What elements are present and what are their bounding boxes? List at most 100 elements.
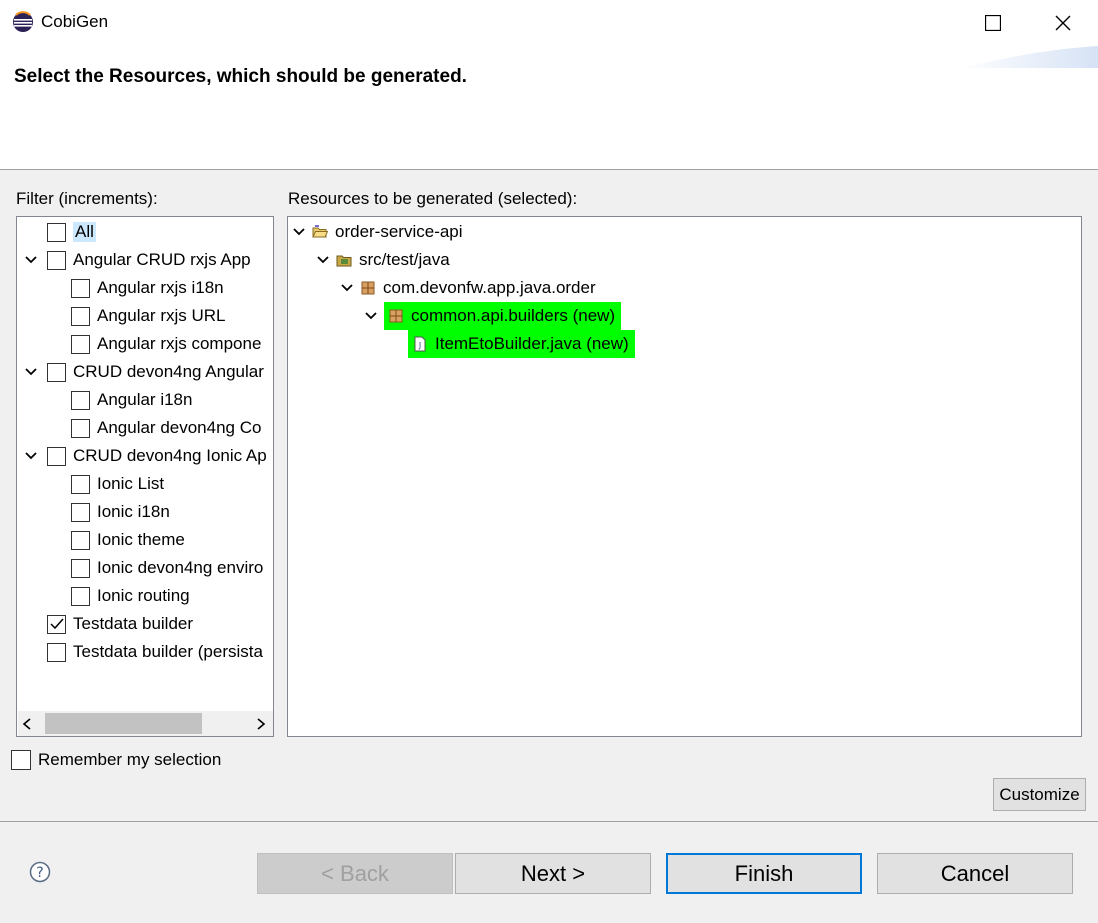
remember-selection-label: Remember my selection [38,750,222,769]
filter-item[interactable]: CRUD devon4ng Angular [25,358,264,386]
chevron-down-icon[interactable] [24,449,38,463]
checkbox[interactable] [71,530,90,550]
new-resource-highlight: common.api.builders (new) [384,302,622,330]
checkbox[interactable] [47,362,66,382]
header-banner-image [958,46,1098,68]
back-button[interactable]: < Back [257,853,453,894]
resources-tree[interactable]: order-service-api src/test/java com.devonf… [287,216,1082,737]
project-folder-icon [312,224,329,240]
wizard-header: Select the Resources, which should be ge… [0,46,1098,170]
filter-item[interactable]: Testdata builder [47,610,193,638]
remember-selection-checkbox[interactable]: Remember my selection [11,746,221,774]
page-title: Select the Resources, which should be ge… [14,66,467,87]
maximize-button[interactable] [958,0,1028,46]
resource-item-label: common.api.builders (new) [411,306,616,325]
filter-item-label: Ionic devon4ng enviro [97,558,264,577]
chevron-down-icon[interactable] [340,281,354,295]
filter-item-label: Ionic List [97,474,165,493]
checkbox[interactable] [71,586,90,606]
package-icon [360,280,376,296]
filter-item[interactable]: Testdata builder (persista [47,638,263,666]
checkbox[interactable] [47,250,66,270]
resource-item[interactable]: com.devonfw.app.java.order [341,274,596,302]
filter-item-label: All [73,222,96,242]
close-button[interactable] [1028,0,1098,46]
filter-item-label: Testdata builder (persista [73,642,263,661]
filter-item[interactable]: Angular rxjs i18n [71,274,224,302]
filter-item[interactable]: All [47,218,96,246]
filter-item[interactable]: CRUD devon4ng Ionic Ap [25,442,267,470]
chevron-down-icon[interactable] [292,225,306,239]
filter-item-label: CRUD devon4ng Ionic Ap [73,446,267,465]
checkbox[interactable] [71,306,90,326]
cancel-button[interactable]: Cancel [877,853,1073,894]
checkbox[interactable] [71,390,90,410]
checkbox[interactable] [71,474,90,494]
filter-item-label: Testdata builder [73,614,194,633]
chevron-down-icon[interactable] [24,253,38,267]
checkbox[interactable] [71,558,90,578]
filter-item[interactable]: Angular rxjs compone [71,330,261,358]
scroll-left-arrow-icon[interactable] [22,717,32,735]
chevron-down-icon[interactable] [364,309,378,323]
scroll-right-arrow-icon[interactable] [256,717,266,735]
resource-item[interactable]: order-service-api [293,218,463,246]
resource-item-label: com.devonfw.app.java.order [383,278,596,297]
filter-item[interactable]: Angular devon4ng Co [71,414,261,442]
next-button[interactable]: Next > [455,853,651,894]
package-icon [388,308,404,324]
resource-item-label: order-service-api [335,222,463,241]
resource-item[interactable]: src/test/java [317,246,450,274]
filter-item[interactable]: Ionic routing [71,582,190,610]
filter-item[interactable]: Angular i18n [71,386,192,414]
scrollbar-thumb[interactable] [45,713,202,734]
filter-item-label: Ionic i18n [97,502,170,521]
svg-text:J: J [418,341,421,350]
filter-item-label: Angular rxjs i18n [97,278,224,297]
eclipse-app-icon [12,11,34,33]
filter-item[interactable]: Ionic devon4ng enviro [71,554,263,582]
minimize-button[interactable] [888,0,958,46]
chevron-down-icon[interactable] [316,253,330,267]
filter-item-label: Ionic theme [97,530,185,549]
finish-button[interactable]: Finish [666,853,862,894]
resource-item-label: src/test/java [359,250,450,269]
checkbox[interactable] [47,222,66,242]
checkbox[interactable] [71,502,90,522]
filter-item-label: CRUD devon4ng Angular [73,362,264,381]
resources-label: Resources to be generated (selected): [288,189,578,208]
resource-item[interactable]: J ItemEtoBuilder.java (new) [408,330,635,358]
customize-button[interactable]: Customize [993,778,1086,811]
resource-item-label: ItemEtoBuilder.java (new) [435,334,629,353]
chevron-down-icon[interactable] [24,365,38,379]
horizontal-scrollbar[interactable] [18,711,273,736]
filter-item-label: Angular devon4ng Co [97,418,262,437]
new-resource-highlight: J ItemEtoBuilder.java (new) [408,330,635,358]
filter-label: Filter (increments): [16,189,158,208]
java-file-icon: J [412,336,428,352]
resource-item[interactable]: common.api.builders (new) [365,302,622,330]
filter-item[interactable]: Angular rxjs URL [71,302,226,330]
filter-item[interactable]: Ionic theme [71,526,185,554]
filter-item-label: Angular i18n [97,390,193,409]
footer-divider [0,821,1098,822]
filter-item-label: Angular rxjs URL [97,306,226,325]
filter-item-label: Angular CRUD rxjs App [73,250,251,269]
title-bar: CobiGen [0,0,1098,46]
checkbox[interactable] [71,418,90,438]
checkbox[interactable] [47,446,66,466]
checkbox[interactable] [71,334,90,354]
filter-item-label: Angular rxjs compone [97,334,262,353]
svg-text:?: ? [36,865,43,881]
filter-item[interactable]: Ionic List [71,470,164,498]
checkbox[interactable] [71,278,90,298]
source-folder-icon [336,252,352,268]
checkbox-box[interactable] [11,750,31,770]
filter-item[interactable]: Ionic i18n [71,498,170,526]
help-icon[interactable]: ? [29,861,51,883]
checkbox-checked[interactable] [47,614,66,634]
filter-item[interactable]: Angular CRUD rxjs App [25,246,251,274]
window-title: CobiGen [41,12,109,31]
checkbox[interactable] [47,642,66,662]
filter-tree[interactable]: All Angular CRUD rxjs App Angular rxjs i18… [16,216,274,737]
